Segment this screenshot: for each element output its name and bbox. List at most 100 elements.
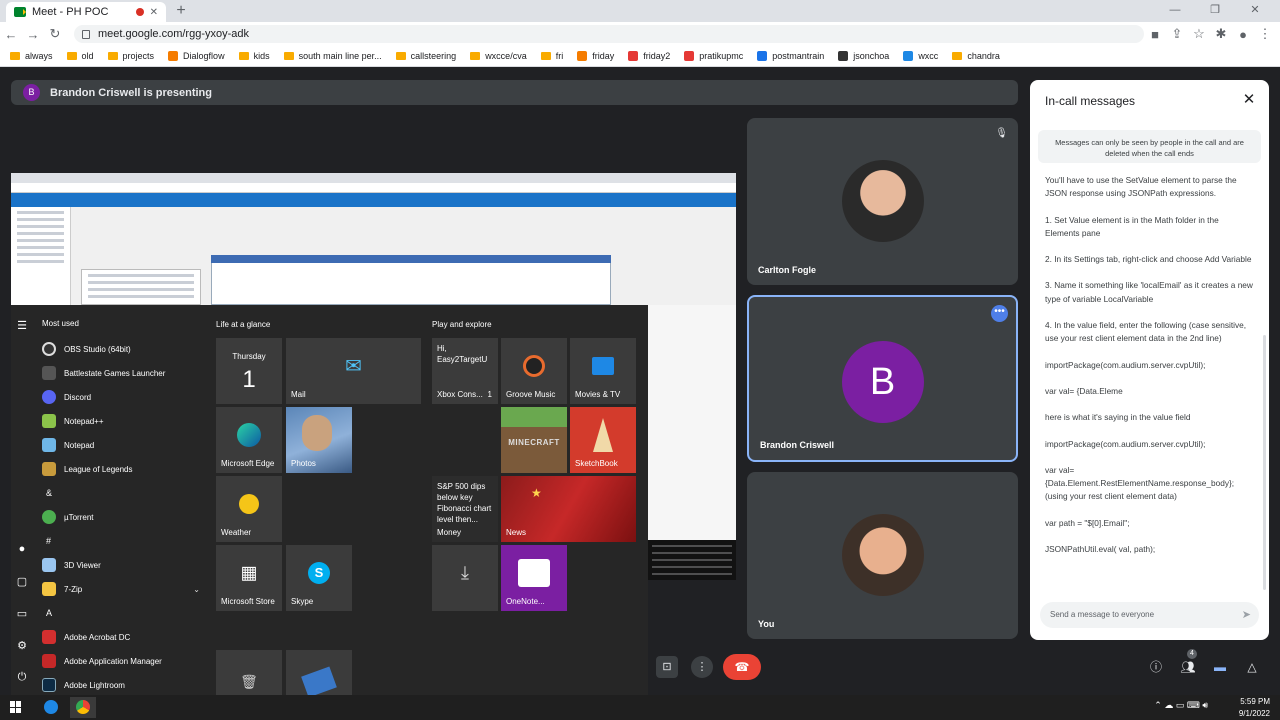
system-tray-icons[interactable]: ⌃ ☁ ▭ ⌨ 🔊︎ [1154,700,1208,711]
app-notepad[interactable]: Notepad [36,433,206,457]
activities-icon[interactable]: △ [1242,657,1262,677]
browser-tab[interactable]: Meet - PH POC ✕ [6,2,166,22]
section-letter[interactable]: & [36,481,206,505]
more-options-icon[interactable]: ••• [991,305,1008,322]
participant-tile-brandon[interactable]: B ••• Brandon Criswell [747,295,1018,462]
bookmark-item[interactable]: friday [577,51,614,61]
chat-message: 1. Set Value element is in the Math fold… [1045,214,1219,238]
bookmark-label: projects [122,51,155,61]
send-icon[interactable]: ➤ [1242,602,1251,628]
bookmark-item[interactable]: wxcc [903,51,938,61]
star-icon[interactable]: ☆ [1188,26,1210,42]
bookmark-item[interactable]: wxcce/cva [470,51,527,61]
bookmark-item[interactable]: Dialogflow [168,51,225,61]
close-tab-icon[interactable]: ✕ [150,7,158,18]
bookmark-item[interactable]: chandra [952,51,1000,61]
recycle-tile[interactable]: 🗑 [216,650,282,695]
meeting-details-icon[interactable]: ⓘ [1146,657,1166,677]
news-tile[interactable]: ★ News [501,476,636,542]
section-letter[interactable]: # [36,529,206,553]
folder-icon [395,52,406,60]
app-acrobat[interactable]: Adobe Acrobat DC [36,625,206,649]
chat-input[interactable]: Send a message to everyone ➤ [1040,602,1259,628]
media-tile[interactable] [286,650,352,695]
documents-icon[interactable]: ▢ [11,575,33,588]
app-utorrent[interactable]: µTorrent [36,505,206,529]
money-tile[interactable]: S&P 500 dips below key Fibonacci chart l… [432,476,498,542]
bookmark-item[interactable]: south main line per... [283,51,382,61]
leave-call-button[interactable]: ☎ [723,654,761,680]
chat-icon[interactable]: ▬ [1210,657,1230,677]
app-league[interactable]: League of Legends [36,457,206,481]
bookmark-item[interactable]: kids [238,51,270,61]
edge-tile[interactable]: Microsoft Edge [216,407,282,473]
profile-avatar[interactable]: ● [1232,27,1254,42]
pictures-icon[interactable]: ▭ [11,607,33,620]
chat-notice: Messages can only be seen by people in t… [1038,130,1261,163]
movies-tile[interactable]: Movies & TV [570,338,636,404]
chevron-down-icon[interactable]: ⌄ [193,585,200,594]
app-discord[interactable]: Discord [36,385,206,409]
app-obs[interactable]: OBS Studio (64bit) [36,337,206,361]
extensions-icon[interactable]: ✱ [1210,26,1232,42]
people-icon[interactable]: 👥︎ [1178,657,1198,677]
maximize-icon[interactable]: ❐ [1200,2,1230,18]
camera-icon[interactable]: ■ [1144,27,1166,42]
bookmark-item[interactable]: jsonchoa [838,51,889,61]
section-letter[interactable]: A [36,601,206,625]
more-options-button[interactable]: ⋮ [691,656,713,678]
bookmark-item[interactable]: always [10,51,53,61]
bookmark-item[interactable]: fri [540,51,563,61]
calendar-tile[interactable]: Thursday 1 [216,338,282,404]
bookmark-item[interactable]: postmantrain [757,51,824,61]
onenote-tile[interactable]: OneNote... [501,545,567,611]
groove-tile[interactable]: Groove Music [501,338,567,404]
bookmark-favicon-icon [577,51,588,61]
chat-scrollbar[interactable] [1263,335,1266,590]
taskbar-clock[interactable]: 5:59 PM 9/1/2022 [1239,696,1270,720]
reload-icon[interactable]: ↻ [44,26,66,42]
discord-icon [42,390,56,404]
app-7zip[interactable]: 7-Zip ⌄ [36,577,206,601]
user-avatar-icon[interactable]: ● [11,543,33,555]
hamburger-icon[interactable]: ☰ [11,319,33,332]
taskbar-edge-icon[interactable] [38,697,64,718]
bookmark-item[interactable]: projects [107,51,155,61]
back-icon[interactable]: ← [0,27,22,42]
adobe-icon [42,654,56,668]
photos-tile[interactable]: Photos [286,407,352,473]
participant-tile-carlton[interactable]: 🎙︎ Carlton Fogle [747,118,1018,285]
windows-start-icon[interactable] [10,701,22,713]
app-3d-viewer[interactable]: 3D Viewer [36,553,206,577]
minimize-icon[interactable]: — [1160,2,1190,18]
app-lightroom[interactable]: Adobe Lightroom [36,673,206,697]
close-icon[interactable]: ✕ [1241,92,1257,108]
taskbar-chrome-icon[interactable] [70,697,96,718]
skype-tile[interactable]: S Skype [286,545,352,611]
xbox-tile[interactable]: Hi, Easy2TargetU Xbox Cons... 1 [432,338,498,404]
participant-tile-you[interactable]: You [747,472,1018,639]
settings-icon[interactable]: ⚙ [11,639,33,652]
minecraft-tile[interactable]: MINECRAFT [501,407,567,473]
app-notepadpp[interactable]: Notepad++ [36,409,206,433]
bookmark-item[interactable]: pratikupmc [684,51,743,61]
app-battlestate[interactable]: Battlestate Games Launcher [36,361,206,385]
weather-tile[interactable]: Weather [216,476,282,542]
bookmark-item[interactable]: callsteering [395,51,456,61]
mail-tile[interactable]: ✉ Mail [286,338,421,404]
sketchbook-tile[interactable]: SketchBook [570,407,636,473]
bookmark-item[interactable]: friday2 [628,51,670,61]
bookmark-label: Dialogflow [183,51,225,61]
app-adobe-manager[interactable]: Adobe Application Manager [36,649,206,673]
menu-icon[interactable]: ⋮ [1254,26,1276,42]
forward-icon[interactable]: → [22,27,44,42]
share-icon[interactable]: ⇪ [1166,26,1188,42]
url-bar[interactable]: meet.google.com/rgg-yxoy-adk [74,25,1144,43]
download-tile[interactable]: ⤓ [432,545,498,611]
power-icon[interactable]: ⏻ [11,671,33,684]
store-tile[interactable]: ▦ Microsoft Store [216,545,282,611]
bookmark-item[interactable]: old [66,51,94,61]
new-tab-button[interactable]: + [172,2,190,20]
close-window-icon[interactable]: ✕ [1240,2,1270,18]
present-screen-button[interactable]: ⊡ [656,656,678,678]
